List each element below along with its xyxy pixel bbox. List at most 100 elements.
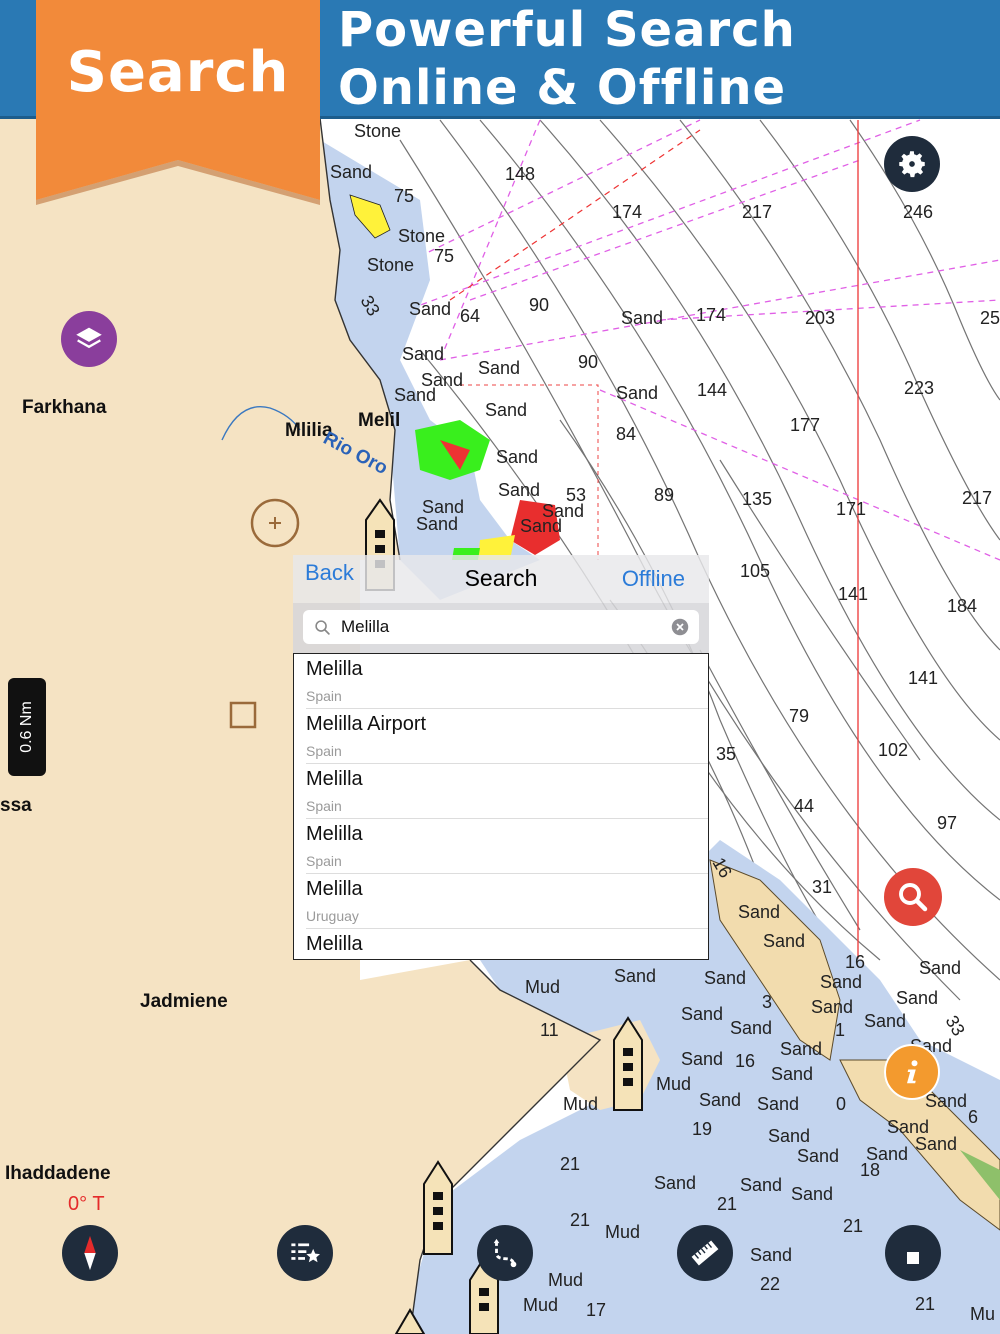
svg-text:25: 25: [980, 308, 1000, 328]
svg-text:84: 84: [616, 424, 636, 444]
svg-text:Sand: Sand: [738, 902, 780, 922]
layers-icon: [76, 327, 102, 349]
svg-text:Mud: Mud: [525, 977, 560, 997]
offline-button[interactable]: Offline: [622, 566, 685, 592]
layers-button[interactable]: [61, 311, 117, 367]
settings-gear-icon: [899, 151, 925, 178]
search-glass-icon: [315, 620, 330, 635]
scale-bar: 0.6 Nm: [8, 678, 46, 776]
svg-text:Ihaddadene: Ihaddadene: [5, 1163, 111, 1184]
search-result-item[interactable]: Melilla: [306, 929, 708, 959]
ribbon-label: Search: [66, 40, 290, 105]
svg-text:Sand: Sand: [699, 1090, 741, 1110]
svg-text:Sand: Sand: [915, 1134, 957, 1154]
route-icon: [493, 1238, 517, 1268]
svg-text:Sand: Sand: [864, 1011, 906, 1031]
favorites-button[interactable]: [277, 1225, 333, 1281]
svg-text:Stone: Stone: [398, 226, 445, 246]
search-input[interactable]: [341, 614, 641, 640]
svg-text:Sand: Sand: [780, 1039, 822, 1059]
svg-text:Sand: Sand: [740, 1175, 782, 1195]
info-button[interactable]: [884, 1044, 940, 1100]
svg-text:141: 141: [838, 584, 868, 604]
result-name: Melilla: [306, 878, 363, 900]
svg-text:35: 35: [716, 744, 736, 764]
svg-text:184: 184: [947, 596, 977, 616]
svg-text:Sand: Sand: [616, 383, 658, 403]
svg-text:Sand: Sand: [797, 1146, 839, 1166]
favorites-list-icon: [291, 1243, 320, 1263]
svg-text:246: 246: [903, 202, 933, 222]
result-country: Spain: [306, 743, 342, 759]
svg-text:174: 174: [612, 202, 642, 222]
svg-text:64: 64: [460, 306, 480, 326]
svg-text:Sand: Sand: [478, 358, 520, 378]
ruler-button[interactable]: [677, 1225, 733, 1281]
search-result-item[interactable]: Melilla Airport Spain: [306, 709, 708, 764]
svg-text:217: 217: [742, 202, 772, 222]
svg-text:141: 141: [908, 668, 938, 688]
svg-text:217: 217: [962, 488, 992, 508]
svg-text:Sand: Sand: [820, 972, 862, 992]
svg-text:Sand: Sand: [750, 1245, 792, 1265]
svg-text:Sand: Sand: [681, 1004, 723, 1024]
svg-text:Sand: Sand: [896, 988, 938, 1008]
search-icon: [899, 883, 928, 912]
svg-text:Sand: Sand: [621, 308, 663, 328]
svg-text:21: 21: [560, 1154, 580, 1174]
svg-text:Sand: Sand: [925, 1091, 967, 1111]
svg-text:Stone: Stone: [354, 121, 401, 141]
svg-text:1: 1: [835, 1020, 845, 1040]
search-box[interactable]: [303, 610, 699, 644]
result-country: Spain: [306, 798, 342, 814]
svg-text:Sand: Sand: [654, 1173, 696, 1193]
svg-text:17: 17: [586, 1300, 606, 1320]
svg-text:177: 177: [790, 415, 820, 435]
svg-text:3: 3: [762, 992, 772, 1012]
search-result-item[interactable]: Melilla Spain: [306, 764, 708, 819]
svg-text:97: 97: [937, 813, 957, 833]
svg-text:Sand: Sand: [409, 299, 451, 319]
svg-text:174: 174: [696, 305, 726, 325]
clear-icon[interactable]: [671, 618, 689, 636]
svg-text:44: 44: [794, 796, 814, 816]
svg-text:Sand: Sand: [757, 1094, 799, 1114]
svg-text:Melil: Melil: [358, 410, 400, 431]
compass-button[interactable]: [62, 1225, 118, 1281]
svg-text:203: 203: [805, 308, 835, 328]
svg-text:135: 135: [742, 489, 772, 509]
header-title-line1: Powerful Search: [338, 2, 796, 58]
svg-text:Stone: Stone: [367, 255, 414, 275]
result-name: Melilla: [306, 823, 363, 845]
svg-text:90: 90: [529, 295, 549, 315]
svg-text:22: 22: [760, 1274, 780, 1294]
result-country: Spain: [306, 853, 342, 869]
result-name: Melilla Airport: [306, 713, 427, 735]
svg-text:102: 102: [878, 740, 908, 760]
stop-button[interactable]: [885, 1225, 941, 1281]
svg-text:16: 16: [735, 1051, 755, 1071]
svg-text:Sand: Sand: [681, 1049, 723, 1069]
settings-button[interactable]: [884, 136, 940, 192]
svg-text:Jadmiene: Jadmiene: [140, 991, 228, 1012]
svg-text:Sand: Sand: [416, 514, 458, 534]
svg-text:148: 148: [505, 164, 535, 184]
svg-text:144: 144: [697, 380, 727, 400]
svg-text:Sand: Sand: [768, 1126, 810, 1146]
search-results-list: Melilla Spain Melilla Airport Spain Meli…: [293, 653, 709, 960]
svg-text:Sand: Sand: [763, 931, 805, 951]
info-icon: [907, 1060, 918, 1084]
header-title-line2: Online & Offline: [338, 60, 787, 116]
search-button[interactable]: [884, 868, 942, 926]
svg-text:Farkhana: Farkhana: [22, 397, 107, 418]
route-button[interactable]: [477, 1225, 533, 1281]
svg-text:Mud: Mud: [523, 1295, 558, 1315]
search-result-item[interactable]: Melilla Uruguay: [306, 874, 708, 929]
search-result-item[interactable]: Melilla Spain: [306, 654, 708, 709]
scale-label: 0.6 Nm: [18, 701, 35, 753]
search-result-item[interactable]: Melilla Spain: [306, 819, 708, 874]
svg-text:16: 16: [845, 952, 865, 972]
result-name: Melilla: [306, 658, 363, 680]
svg-text:0: 0: [836, 1094, 846, 1114]
svg-text:21: 21: [570, 1210, 590, 1230]
